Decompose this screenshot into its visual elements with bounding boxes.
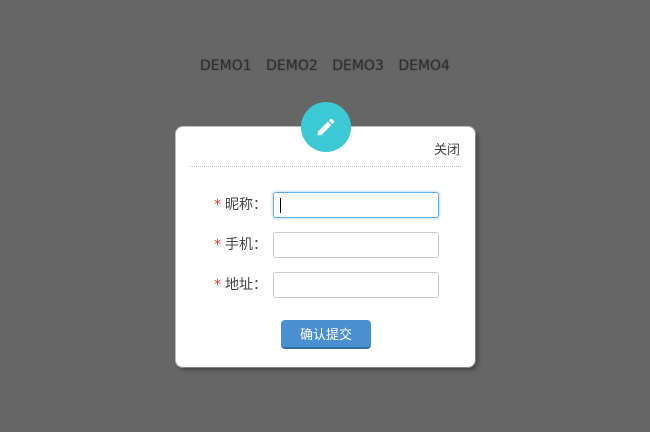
dialog-badge bbox=[301, 102, 351, 152]
nickname-input[interactable] bbox=[273, 192, 439, 218]
demo-link-4[interactable]: DEMO4 bbox=[398, 58, 450, 74]
header-divider bbox=[190, 166, 461, 167]
demo-link-1[interactable]: DEMO1 bbox=[200, 58, 252, 74]
phone-label: * 手机： bbox=[214, 232, 267, 258]
nickname-label: * 昵称： bbox=[214, 192, 267, 218]
nickname-label-text: 昵称： bbox=[225, 197, 267, 213]
pencil-icon bbox=[317, 118, 335, 136]
form-dialog: 关闭 * 昵称： * 手机： * 地址： 确认提交 bbox=[176, 102, 475, 367]
required-mark: * bbox=[214, 197, 221, 213]
demo-link-3[interactable]: DEMO3 bbox=[332, 58, 384, 74]
demo-link-2[interactable]: DEMO2 bbox=[266, 58, 318, 74]
submit-button[interactable]: 确认提交 bbox=[281, 320, 371, 349]
form-row-phone: * 手机： bbox=[176, 232, 475, 258]
text-caret bbox=[280, 198, 281, 213]
phone-label-text: 手机： bbox=[225, 237, 267, 253]
address-label: * 地址： bbox=[214, 272, 267, 298]
address-input[interactable] bbox=[273, 272, 439, 298]
required-mark: * bbox=[214, 277, 221, 293]
form-row-address: * 地址： bbox=[176, 272, 475, 298]
demo-nav: DEMO1 DEMO2 DEMO3 DEMO4 bbox=[0, 58, 650, 74]
form-row-nickname: * 昵称： bbox=[176, 192, 475, 218]
required-mark: * bbox=[214, 237, 221, 253]
address-label-text: 地址： bbox=[225, 277, 267, 293]
close-button[interactable]: 关闭 bbox=[434, 139, 460, 158]
phone-input[interactable] bbox=[273, 232, 439, 258]
